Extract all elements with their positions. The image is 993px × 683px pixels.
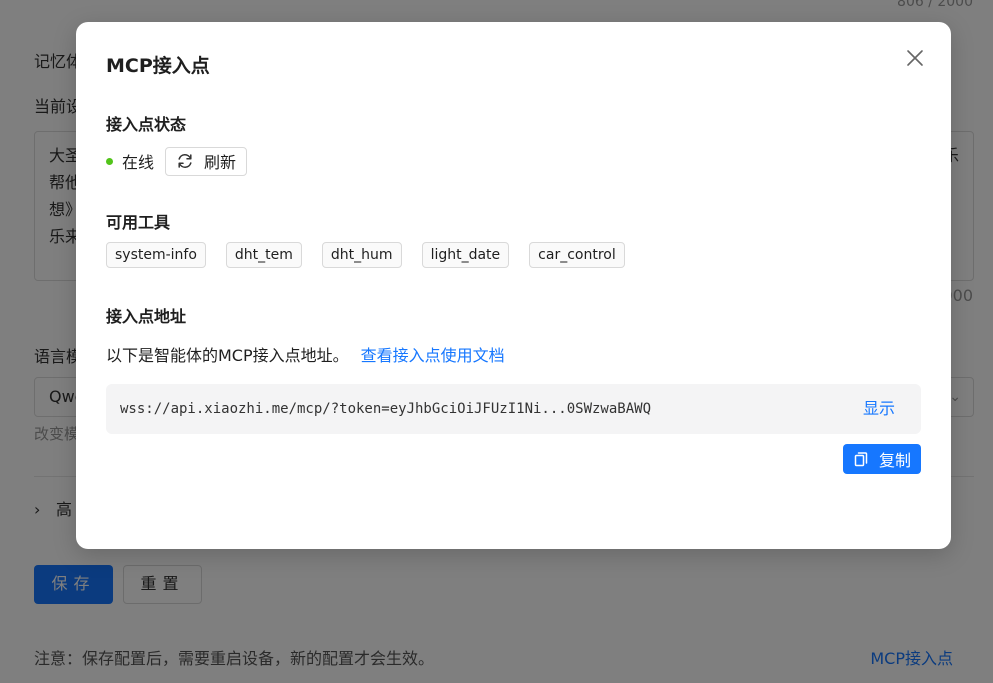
tools-list: system-info dht_tem dht_hum light_date c…: [106, 242, 625, 268]
copy-icon: [854, 452, 868, 467]
show-token-button[interactable]: 显示: [863, 384, 895, 434]
tool-tag: light_date: [421, 242, 510, 268]
copy-label: 复制: [878, 451, 911, 470]
tools-section-title: 可用工具: [106, 213, 171, 232]
refresh-icon: [178, 154, 192, 168]
address-desc-text: 以下是智能体的MCP接入点地址。: [106, 346, 349, 365]
status-section-title: 接入点状态: [106, 115, 187, 134]
docs-link[interactable]: 查看接入点使用文档: [361, 346, 505, 365]
tool-tag: dht_tem: [225, 242, 302, 268]
dialog-title: MCP接入点: [106, 55, 210, 77]
tool-tag: car_control: [529, 242, 625, 268]
status-text: 在线: [122, 153, 155, 172]
endpoint-url: wss://api.xiaozhi.me/mcp/?token=eyJhbGci…: [120, 401, 652, 417]
close-icon: [907, 50, 923, 66]
mcp-endpoint-dialog: MCP接入点 接入点状态 在线 刷新 可用工具 system-info dht_…: [76, 22, 951, 549]
tool-tag: dht_hum: [321, 242, 402, 268]
refresh-label: 刷新: [204, 153, 237, 172]
copy-button[interactable]: 复制: [842, 444, 921, 474]
tool-tag: system-info: [106, 242, 206, 268]
address-field: wss://api.xiaozhi.me/mcp/?token=eyJhbGci…: [106, 384, 921, 434]
status-row: 在线 刷新: [106, 146, 248, 176]
address-description: 以下是智能体的MCP接入点地址。 查看接入点使用文档: [106, 342, 505, 366]
address-section-title: 接入点地址: [106, 307, 187, 326]
close-button[interactable]: [905, 48, 925, 68]
refresh-button[interactable]: 刷新: [165, 146, 248, 176]
online-status-dot: [106, 157, 113, 165]
